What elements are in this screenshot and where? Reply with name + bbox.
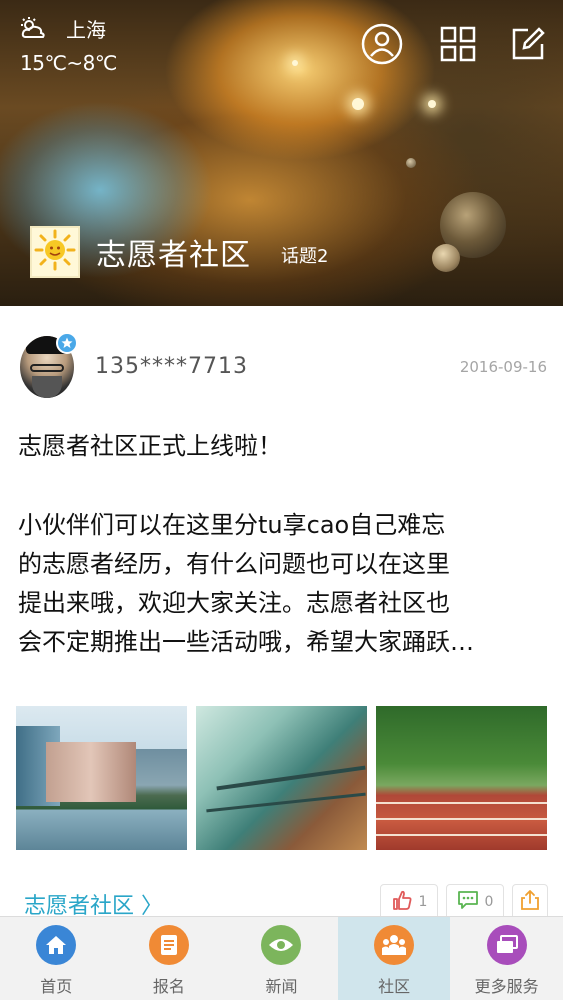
post-date: 2016-09-16 xyxy=(459,358,547,376)
user-icon xyxy=(361,23,403,65)
nav-item-community[interactable]: 社区 xyxy=(337,917,451,1000)
author-row: 135****7713 2016-09-16 xyxy=(20,332,547,400)
comment-button[interactable]: 0 xyxy=(446,884,504,920)
sun-logo-icon xyxy=(34,229,76,275)
planet-image xyxy=(432,244,460,272)
star-glow xyxy=(292,60,298,66)
nav-item-more-services[interactable]: 更多服务 xyxy=(450,917,563,1000)
community-header: 志愿者社区 话题2 xyxy=(30,226,328,278)
nav-label: 报名 xyxy=(152,977,185,996)
post-body-line: 会不定期推出一些活动哦，希望大家踊跃… xyxy=(18,628,474,656)
edit-icon xyxy=(510,26,546,62)
document-icon xyxy=(148,925,189,965)
verified-star-icon xyxy=(56,332,78,354)
nav-item-signup[interactable]: 报名 xyxy=(113,917,226,1000)
grid-icon xyxy=(440,26,476,62)
community-title: 志愿者社区 xyxy=(96,238,251,273)
planet-image xyxy=(406,158,416,168)
city-label: 上海 xyxy=(66,18,106,42)
weather-widget[interactable]: 上海 15℃~8℃ xyxy=(20,14,117,75)
profile-button[interactable] xyxy=(360,22,404,66)
post-body-line: 的志愿者经历，有什么问题也可以在这里 xyxy=(18,550,450,578)
post-body[interactable]: 小伙伴们可以在这里分tu享cao自己难忘 的志愿者经历，有什么问题也可以在这里 … xyxy=(18,506,548,662)
nav-label: 社区 xyxy=(378,977,411,996)
post-body-line: 提出来哦，欢迎大家关注。志愿者社区也 xyxy=(18,589,450,617)
like-count: 1 xyxy=(418,894,428,910)
photo-gallery xyxy=(16,706,547,850)
star-glow xyxy=(352,98,364,110)
topic-count: 话题2 xyxy=(281,246,329,267)
bottom-nav: 首页 报名 新闻 社区 更多服务 xyxy=(0,916,563,1000)
home-icon xyxy=(36,925,77,965)
compose-button[interactable] xyxy=(506,22,550,66)
post-photo-running-track[interactable] xyxy=(376,706,547,850)
share-button[interactable] xyxy=(512,884,548,920)
post-title[interactable]: 志愿者社区正式上线啦！ xyxy=(18,426,282,461)
comment-count: 0 xyxy=(484,894,494,910)
nav-item-home[interactable]: 首页 xyxy=(0,917,113,1000)
cards-icon xyxy=(486,925,527,965)
temperature-label: 15℃~8℃ xyxy=(20,51,117,75)
nav-label: 更多服务 xyxy=(474,977,539,996)
apps-grid-button[interactable] xyxy=(436,22,480,66)
nav-label: 新闻 xyxy=(265,977,298,996)
community-logo xyxy=(30,226,80,278)
post-photo-campus-building[interactable] xyxy=(16,706,187,850)
thumbs-up-icon xyxy=(391,889,413,915)
header-banner: 上海 15℃~8℃ 志愿者社区 话题2 xyxy=(0,0,563,306)
comment-icon xyxy=(457,889,479,915)
nav-label: 首页 xyxy=(40,977,73,996)
nav-item-news[interactable]: 新闻 xyxy=(225,917,338,1000)
star-glow xyxy=(428,100,436,108)
post-body-line: 小伙伴们可以在这里分tu享cao自己难忘 xyxy=(18,511,446,539)
people-icon xyxy=(374,925,415,965)
author-name[interactable]: 135****7713 xyxy=(95,354,248,379)
share-icon xyxy=(519,889,541,915)
cloudy-sun-icon xyxy=(20,16,46,41)
like-button[interactable]: 1 xyxy=(380,884,438,920)
eye-icon xyxy=(261,925,302,965)
post-photo-glass-atrium[interactable] xyxy=(196,706,367,850)
